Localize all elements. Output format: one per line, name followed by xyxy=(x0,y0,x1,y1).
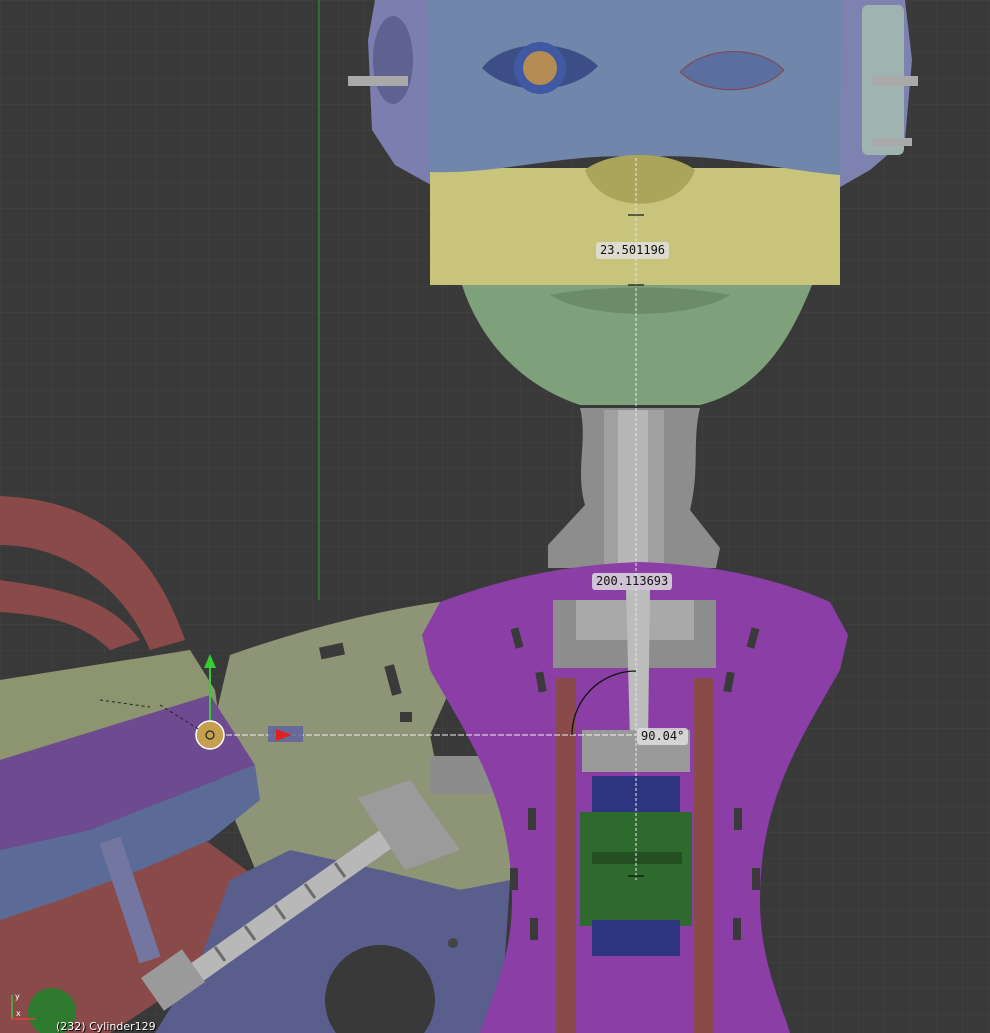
distance-label-b: 200.113693 xyxy=(592,573,673,590)
axis-y-label: y xyxy=(15,992,20,1001)
axis-gizmo: y x xyxy=(11,992,36,1020)
axis-x-label: x xyxy=(16,1009,21,1018)
3d-cursor-icon[interactable] xyxy=(195,720,225,750)
object-info-text: (232) Cylinder129 xyxy=(56,1020,156,1033)
angle-label: 90.04° xyxy=(637,728,689,745)
viewport-scene[interactable] xyxy=(0,0,990,1033)
3d-viewport[interactable]: 23.501196 200.113693 90.04° y x (232) Cy… xyxy=(0,0,990,1033)
face-upper xyxy=(428,0,842,175)
distance-label-a: 23.501196 xyxy=(596,242,670,259)
